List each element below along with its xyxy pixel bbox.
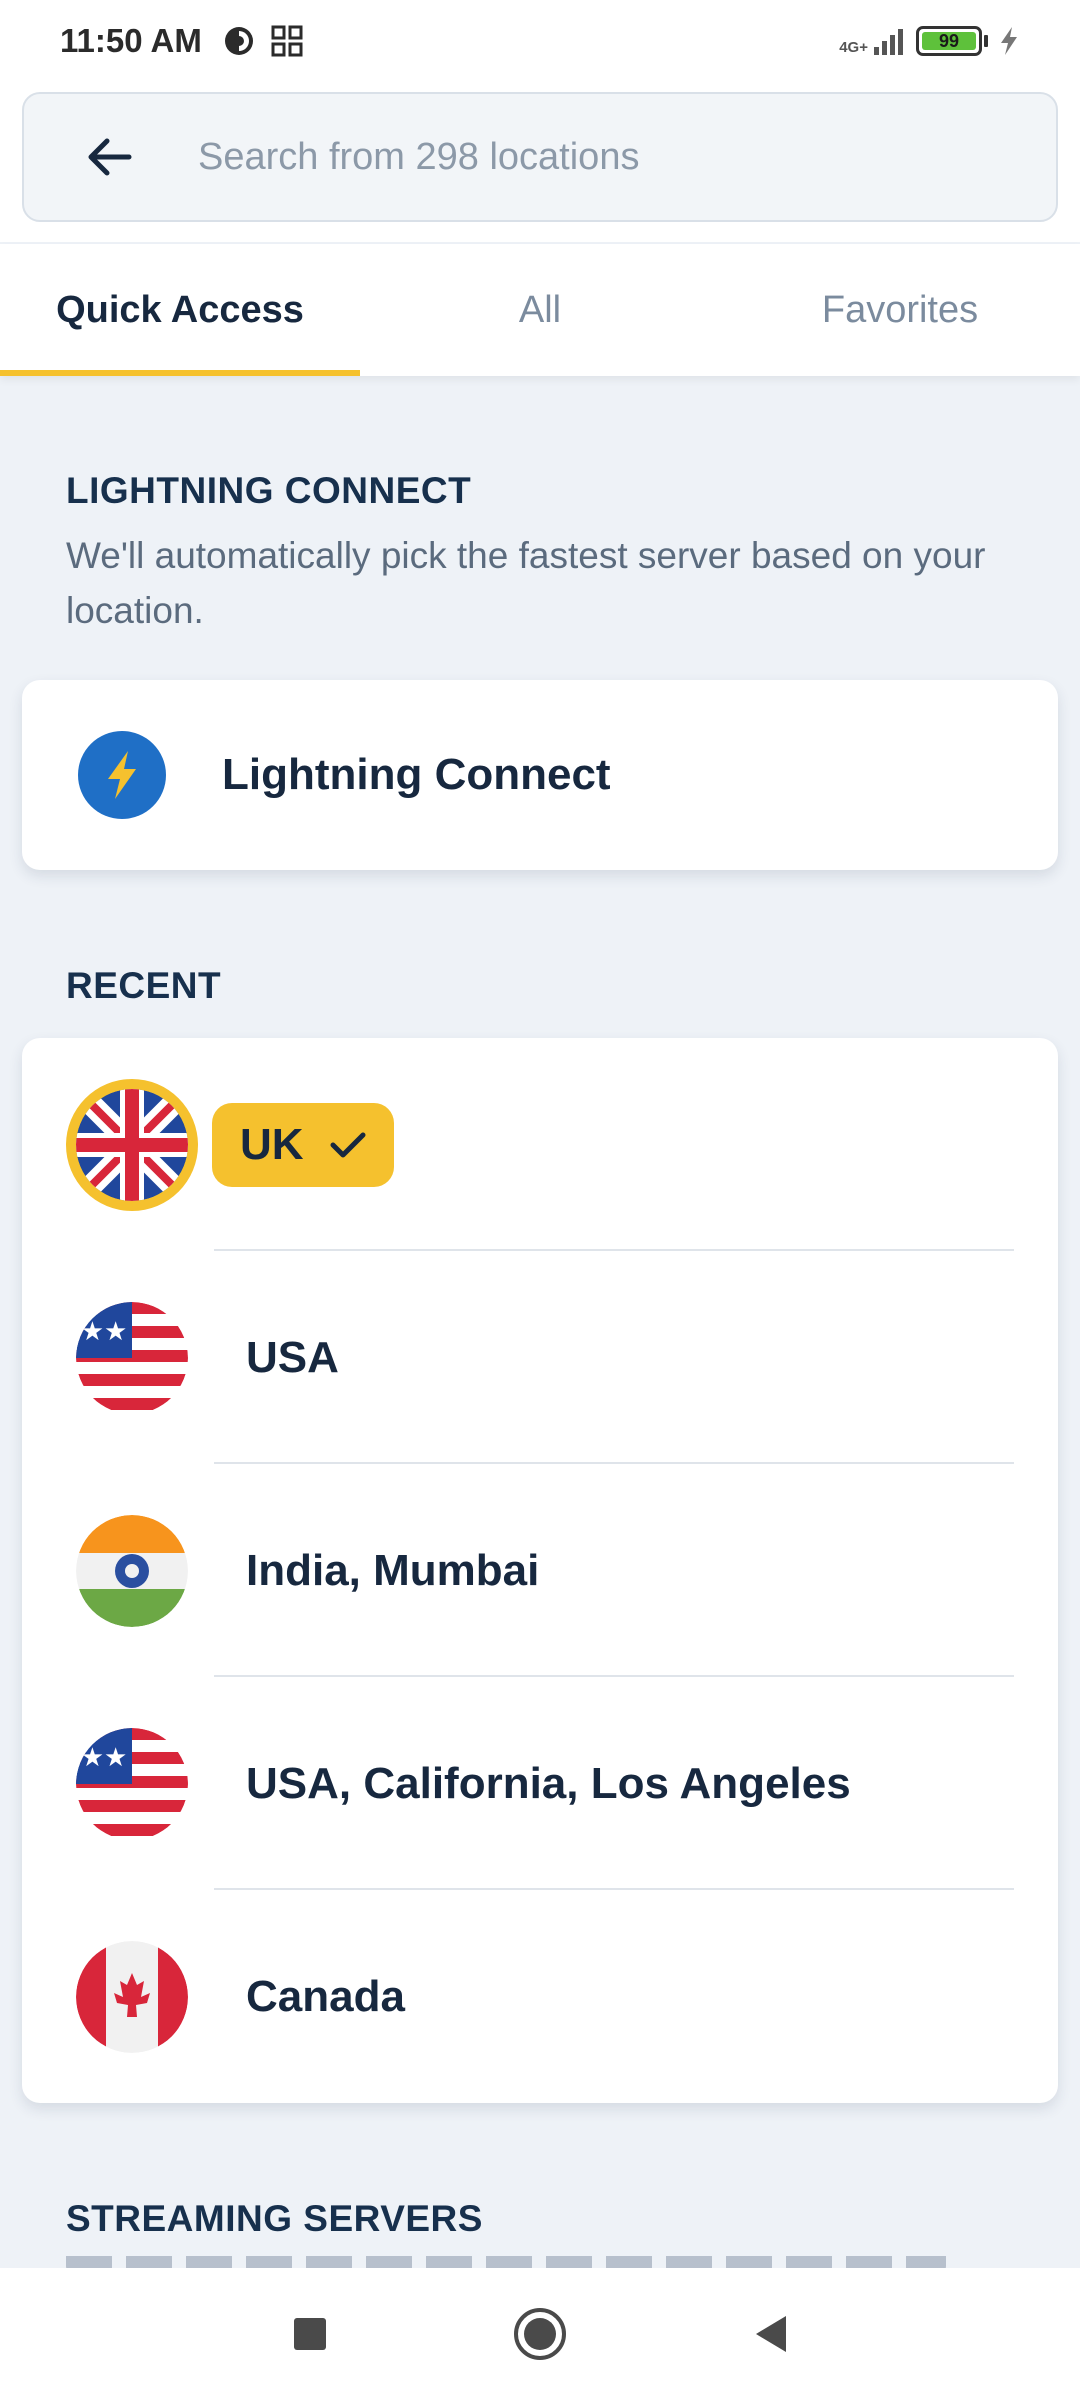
canada-flag-icon bbox=[76, 1940, 188, 2053]
lightning-connect-card[interactable]: Lightning Connect bbox=[22, 680, 1058, 870]
streaming-section-title: STREAMING SERVERS bbox=[66, 2198, 483, 2239]
location-label: UK bbox=[240, 1119, 304, 1169]
battery-icon: 99 bbox=[916, 26, 982, 56]
tab-bar: Quick Access All Favorites bbox=[0, 244, 1080, 376]
square-icon bbox=[294, 2318, 326, 2350]
recent-item-india-mumbai[interactable]: India, Mumbai bbox=[22, 1464, 1058, 1677]
location-label: India, Mumbai bbox=[246, 1545, 540, 1595]
svg-text:★★: ★★ bbox=[81, 1743, 128, 1773]
recent-item-uk[interactable]: UK bbox=[22, 1038, 1058, 1251]
charging-icon bbox=[1001, 27, 1017, 55]
streaming-description-peek bbox=[66, 2256, 966, 2268]
recent-section-title: RECENT bbox=[66, 965, 222, 1006]
home-circle-icon bbox=[514, 2308, 566, 2360]
lightning-description: We'll automatically pick the fastest ser… bbox=[66, 535, 986, 631]
lightning-connect-label: Lightning Connect bbox=[222, 750, 611, 799]
qr-scan-icon bbox=[271, 25, 303, 57]
recent-item-canada[interactable]: Canada bbox=[22, 1890, 1058, 2103]
location-label: USA bbox=[246, 1332, 339, 1382]
status-time: 11:50 AM bbox=[60, 22, 202, 59]
data-saver-icon bbox=[224, 27, 253, 55]
search-input[interactable] bbox=[198, 135, 898, 179]
location-label: Canada bbox=[246, 1971, 405, 2021]
recents-button[interactable] bbox=[270, 2294, 350, 2374]
recent-item-usa-los-angeles[interactable]: ★★ USA, California, Los Angeles bbox=[22, 1677, 1058, 1890]
status-bar: 11:50 AM 4G+ 99 bbox=[0, 0, 1080, 82]
svg-text:★★: ★★ bbox=[81, 1317, 128, 1347]
usa-flag-icon: ★★ bbox=[76, 1727, 188, 1840]
recent-list: UK ★★ USA India, Mumbai ★★ USA, Californ… bbox=[22, 1038, 1058, 2103]
battery-level: 99 bbox=[938, 30, 960, 51]
selected-location-chip: UK bbox=[212, 1102, 394, 1187]
status-right: 4G+ 99 bbox=[839, 25, 1020, 57]
search-box[interactable] bbox=[22, 92, 1058, 222]
usa-flag-icon: ★★ bbox=[76, 1301, 188, 1414]
network-type: 4G+ bbox=[839, 39, 868, 56]
signal-indicator: 4G+ bbox=[839, 27, 906, 55]
home-button[interactable] bbox=[500, 2294, 580, 2374]
tab-favorites[interactable]: Favorites bbox=[720, 244, 1080, 376]
back-nav-button[interactable] bbox=[730, 2294, 810, 2374]
signal-bars-icon bbox=[874, 29, 903, 55]
tab-all[interactable]: All bbox=[360, 244, 720, 376]
uk-flag-icon bbox=[76, 1088, 188, 1201]
selected-flag-ring bbox=[66, 1078, 198, 1211]
india-flag-icon bbox=[76, 1514, 188, 1627]
system-nav-bar bbox=[0, 2268, 1080, 2400]
status-icons-left bbox=[222, 24, 304, 58]
checkmark-icon bbox=[330, 1132, 366, 1157]
back-button[interactable] bbox=[64, 112, 154, 202]
lightning-connect-button[interactable]: Lightning Connect bbox=[22, 680, 1058, 870]
lightning-icon bbox=[78, 731, 166, 819]
lightning-section-title: LIGHTNING CONNECT bbox=[66, 470, 472, 511]
tab-quick-access[interactable]: Quick Access bbox=[0, 244, 360, 376]
recent-item-usa[interactable]: ★★ USA bbox=[22, 1251, 1058, 1464]
triangle-back-icon bbox=[756, 2316, 786, 2352]
search-header bbox=[0, 82, 1080, 242]
location-label: USA, California, Los Angeles bbox=[246, 1758, 851, 1808]
back-arrow-icon bbox=[88, 138, 132, 176]
